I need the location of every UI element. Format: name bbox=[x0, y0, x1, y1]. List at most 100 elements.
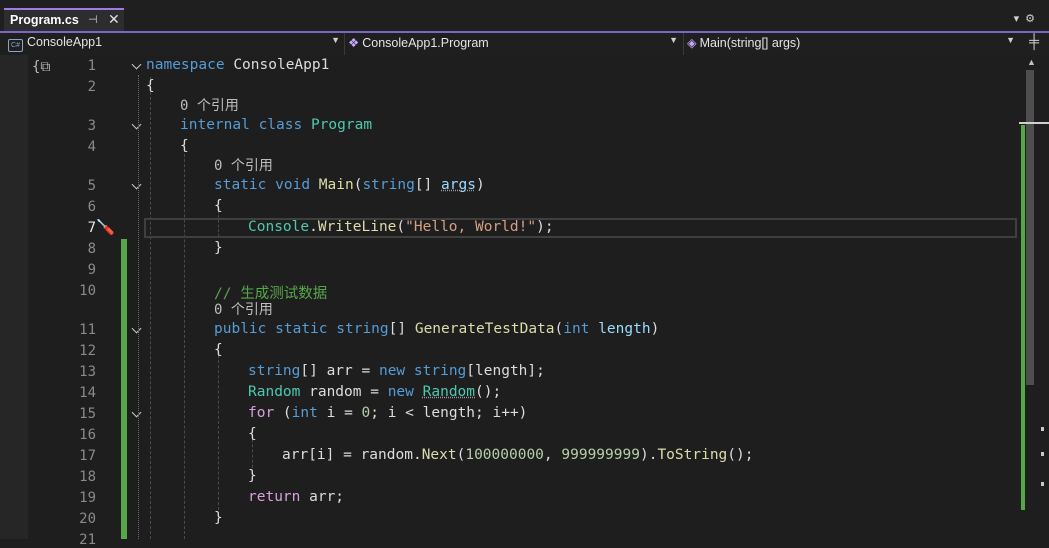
method-icon: ◈ bbox=[687, 36, 697, 50]
brace: { bbox=[180, 138, 189, 154]
code-line-12[interactable]: { bbox=[214, 342, 223, 358]
collapse-method-generate-icon[interactable] bbox=[131, 325, 143, 337]
collapse-for-loop-icon[interactable] bbox=[131, 409, 143, 421]
keyword: namespace bbox=[146, 57, 225, 73]
code-line-20[interactable]: } bbox=[214, 510, 223, 526]
parameter: length bbox=[589, 321, 651, 337]
project-dropdown[interactable]: C# ConsoleApp1 ▼ bbox=[8, 35, 342, 53]
tab-overflow-controls[interactable]: ▾⚙ bbox=[1014, 12, 1041, 25]
code-line-4[interactable]: { bbox=[180, 138, 189, 154]
scrollbar-mark bbox=[1041, 482, 1044, 486]
tab-title: Program.cs bbox=[10, 13, 79, 27]
keyword: static bbox=[275, 321, 328, 337]
type-dropdown-label: ConsoleApp1.Program bbox=[362, 36, 489, 50]
collapse-method-main-icon[interactable] bbox=[131, 181, 143, 193]
type-dropdown[interactable]: ❖ ConsoleApp1.Program ▼ bbox=[348, 35, 680, 53]
keyword: string bbox=[413, 363, 467, 379]
brace: { bbox=[248, 426, 257, 442]
vertical-scrollbar[interactable]: ▲ bbox=[1019, 55, 1049, 539]
line-number: 2 bbox=[87, 79, 96, 95]
code-line-5[interactable]: static void Main(string[] args) bbox=[214, 177, 485, 193]
line-number: 13 bbox=[79, 364, 96, 380]
brace: { bbox=[214, 198, 223, 214]
project-dropdown-label: ConsoleApp1 bbox=[27, 35, 103, 49]
scrollbar-mark bbox=[1041, 452, 1044, 456]
punct: ( bbox=[396, 219, 406, 235]
code-text: ( bbox=[274, 405, 292, 421]
keyword: for bbox=[248, 405, 275, 421]
member-dropdown[interactable]: ◈ Main(string[] args) ▼ bbox=[687, 35, 1017, 53]
method-name: WriteLine bbox=[317, 219, 397, 235]
line-number: 21 bbox=[79, 532, 96, 548]
code-line-18[interactable]: } bbox=[248, 468, 257, 484]
line-number: 14 bbox=[79, 385, 96, 401]
pin-icon[interactable]: ⊣ bbox=[88, 13, 98, 26]
code-text: [] arr = bbox=[300, 363, 379, 379]
code-line-1[interactable]: namespace ConsoleApp1 bbox=[146, 57, 329, 73]
code-line-11[interactable]: public static string[] GenerateTestData(… bbox=[214, 321, 659, 337]
close-icon[interactable]: ✕ bbox=[108, 11, 120, 28]
indent-guide bbox=[150, 77, 151, 539]
line-number: 6 bbox=[87, 199, 96, 215]
keyword: new bbox=[378, 363, 406, 379]
collapse-namespace-icon[interactable] bbox=[131, 61, 143, 73]
code-line-16[interactable]: { bbox=[248, 426, 257, 442]
punct: ( bbox=[554, 321, 564, 337]
code-snippet-icon[interactable]: {⧉ bbox=[32, 59, 50, 75]
punct: [] bbox=[388, 321, 415, 337]
quick-actions-screwdriver-icon[interactable]: 🪛 bbox=[96, 218, 115, 236]
code-line-8[interactable]: } bbox=[214, 240, 223, 256]
number-literal: 100000000 bbox=[465, 447, 544, 463]
code-editor[interactable]: {⧉ 1 2 3 4 5 6 7 8 9 10 11 12 13 14 15 1… bbox=[0, 55, 1049, 548]
code-line-13[interactable]: string[] arr = new string[length]; bbox=[248, 363, 545, 379]
keyword: string bbox=[248, 363, 301, 379]
type-name: Program bbox=[310, 117, 373, 133]
line-number: 15 bbox=[79, 406, 96, 422]
code-line-3[interactable]: internal class Program bbox=[180, 117, 372, 133]
gear-icon[interactable]: ⚙ bbox=[1025, 13, 1041, 25]
keyword: string bbox=[362, 177, 415, 193]
code-line-2[interactable]: { bbox=[146, 78, 155, 94]
codelens-references[interactable]: 0 个引用 bbox=[214, 299, 273, 319]
line-number-current: 7 bbox=[87, 220, 96, 236]
code-line-7[interactable]: Console.WriteLine("Hello, World!"); bbox=[248, 219, 554, 235]
code-line-15[interactable]: for (int i = 0; i < length; i++) bbox=[248, 405, 527, 421]
keyword: class bbox=[258, 117, 303, 133]
scroll-up-arrow-icon[interactable]: ▲ bbox=[1027, 57, 1036, 67]
divider bbox=[683, 33, 684, 55]
chevron-down-icon[interactable]: ▾ bbox=[1014, 13, 1026, 25]
code-text: i = bbox=[317, 405, 362, 421]
line-number: 16 bbox=[79, 427, 96, 443]
line-number: 20 bbox=[79, 511, 96, 527]
scrollbar-thumb[interactable] bbox=[1026, 70, 1034, 385]
codelens-references[interactable]: 0 个引用 bbox=[180, 95, 239, 115]
punct: ) bbox=[650, 321, 660, 337]
glyph-margin bbox=[0, 55, 28, 539]
code-line-6[interactable]: { bbox=[214, 198, 223, 214]
identifier: ConsoleApp1 bbox=[233, 57, 330, 73]
keyword: int bbox=[291, 405, 318, 421]
keyword: internal bbox=[180, 117, 250, 133]
code-text: random = bbox=[300, 384, 388, 400]
navigation-bar: C# ConsoleApp1 ▼ ❖ ConsoleApp1.Program ▼ ◈… bbox=[0, 33, 1049, 56]
brace: { bbox=[214, 342, 223, 358]
collapse-class-icon[interactable] bbox=[131, 121, 143, 133]
keyword: string bbox=[336, 321, 389, 337]
code-text: arr; bbox=[300, 489, 345, 505]
number-literal: 0 bbox=[361, 405, 371, 421]
number-literal: 999999999 bbox=[561, 447, 640, 463]
code-line-17[interactable]: arr[i] = random.Next(100000000, 99999999… bbox=[282, 447, 753, 463]
indent-guide bbox=[218, 345, 219, 515]
brace: } bbox=[248, 468, 257, 484]
line-number: 18 bbox=[79, 469, 96, 485]
code-line-14[interactable]: Random random = new Random(); bbox=[248, 384, 501, 400]
split-editor-icon[interactable]: ╪ bbox=[1029, 33, 1039, 49]
code-line-19[interactable]: return arr; bbox=[248, 489, 344, 505]
tab-program-cs[interactable]: Program.cs ⊣ ✕ bbox=[4, 8, 124, 32]
line-number: 12 bbox=[79, 343, 96, 359]
document-tab-bar: Program.cs ⊣ ✕ ▾⚙ bbox=[0, 0, 1049, 33]
line-number: 8 bbox=[87, 241, 96, 257]
method-name: Main bbox=[318, 177, 354, 193]
codelens-references[interactable]: 0 个引用 bbox=[214, 155, 273, 175]
